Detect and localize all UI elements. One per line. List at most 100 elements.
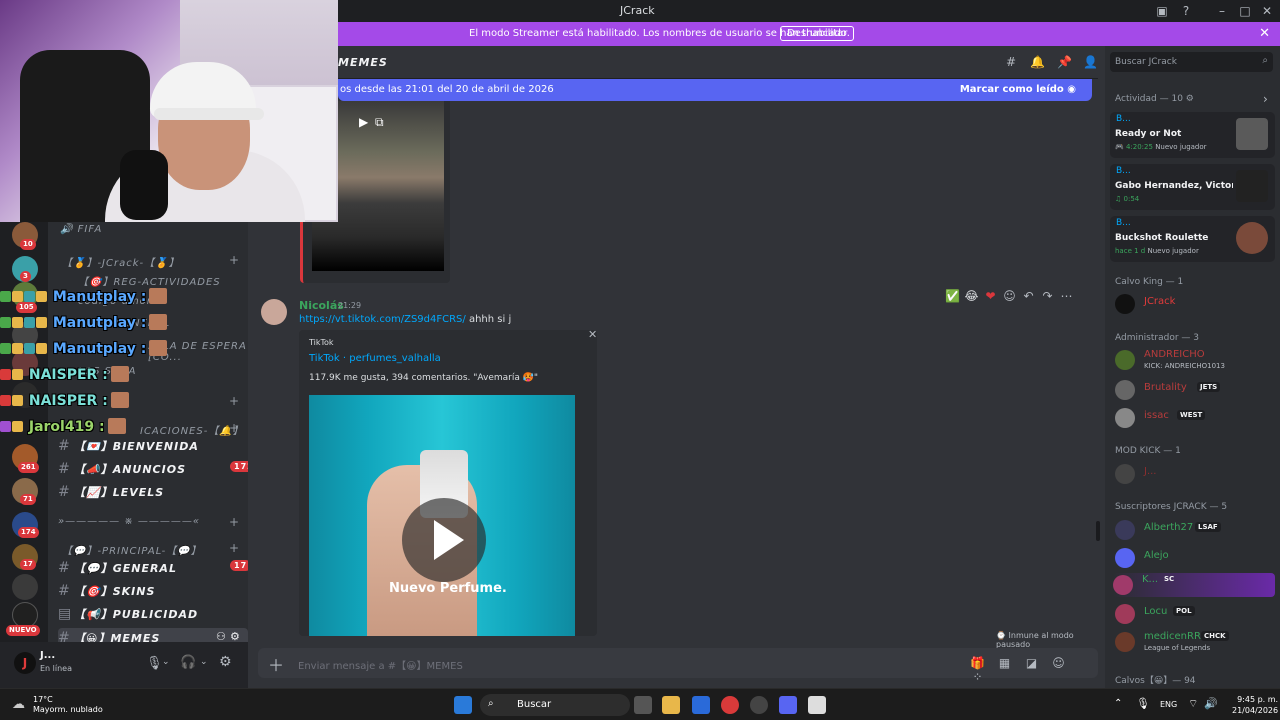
member-list-icon[interactable]: 👤 (1083, 55, 1098, 69)
microphone-icon[interactable]: 🎙 (1136, 697, 1150, 710)
member-item[interactable]: ANDREICHO KICK: ANDREICHO1013 (1115, 348, 1275, 372)
app-icon[interactable] (808, 696, 826, 714)
embed-title[interactable]: TikTok · perfumes_valhalla (309, 353, 441, 364)
wifi-icon[interactable]: ⌔ (1188, 697, 1198, 711)
laugh-reaction-icon[interactable]: 😂 (962, 289, 981, 303)
threads-icon[interactable]: # (1004, 55, 1018, 69)
channel-skins[interactable]: # 【🎯】SKINS (58, 583, 155, 605)
discord-icon[interactable] (779, 696, 797, 714)
mark-as-read-button[interactable]: Marcar como leído ◉ (960, 84, 1076, 95)
mail-icon[interactable] (692, 696, 710, 714)
member-item[interactable]: Alejo (1115, 546, 1275, 570)
activity-user: B... (1116, 218, 1131, 228)
member-item[interactable]: JCrack (1115, 292, 1275, 316)
add-channel-icon[interactable]: + (229, 394, 239, 408)
more-options-icon[interactable]: ⋯ (1057, 289, 1076, 303)
activity-header[interactable]: Actividad — 10 ⚙ (1115, 94, 1194, 104)
headphones-icon[interactable]: 🎧 (180, 655, 196, 670)
emoji-icon[interactable]: ☺ (1045, 656, 1072, 670)
attach-plus-icon[interactable]: ＋ (268, 652, 284, 676)
add-channel-icon[interactable]: + (229, 253, 239, 267)
message-link[interactable]: https://vt.tiktok.com/ZS9d4FCRS/ (299, 314, 466, 325)
pin-icon[interactable]: 📌 (1057, 55, 1072, 69)
app-icon[interactable] (750, 696, 768, 714)
disable-streamer-button[interactable]: Deshabilitar (780, 26, 855, 41)
volume-icon[interactable]: 🔊 (1204, 697, 1218, 710)
member-item[interactable]: issac WEST (1115, 406, 1275, 430)
channel-publicidad[interactable]: ▤ 【📢】PUBLICIDAD (58, 606, 198, 628)
heart-reaction-icon[interactable]: ❤ (981, 289, 1000, 303)
member-item[interactable]: Brutality JETS (1115, 378, 1275, 402)
category-jcrack[interactable]: 【🏅】-JCrack-【🏅】 (62, 254, 180, 269)
language-indicator[interactable]: ENG (1160, 700, 1177, 709)
gift-icon[interactable]: 🎁 (964, 656, 991, 670)
clock[interactable]: 9:45 p. m. 21/04/2026 (1232, 694, 1278, 716)
member-item[interactable]: Alberth27 LSAF (1115, 518, 1275, 542)
message-input[interactable]: Enviar mensaje a #【😀】MEMES (298, 657, 463, 672)
channel-anuncios[interactable]: # 【📣】ANUNCIOS 172 (58, 461, 258, 483)
chrome-icon[interactable] (721, 696, 739, 714)
member-item[interactable]: K... SC (1113, 573, 1275, 597)
inbox-icon[interactable]: ▣ (1155, 4, 1169, 18)
channel-general[interactable]: # 【💬】GENERAL 17 (58, 560, 252, 582)
forward-icon[interactable]: ↷ (1038, 289, 1057, 303)
webcam-overlay (0, 0, 338, 222)
search-input[interactable]: Buscar JCrack ⌕ (1110, 52, 1273, 72)
activity-card[interactable]: B... Gabo Hernandez, Victor C... ♫ 0:54 (1110, 164, 1275, 210)
avatar[interactable] (261, 299, 287, 325)
add-channel-icon[interactable]: + (229, 515, 239, 529)
apps-icon[interactable]: ⁘ (964, 670, 991, 684)
file-explorer-icon[interactable] (662, 696, 680, 714)
add-channel-icon[interactable]: + (229, 421, 239, 435)
play-icon[interactable]: ▶ (359, 115, 368, 129)
embed-video[interactable]: Nuevo Perfume. (309, 395, 575, 636)
member-item[interactable]: Locu POL (1115, 602, 1275, 626)
microphone-icon[interactable]: 🎙 (146, 656, 163, 671)
role-header: Suscriptores JCRACK — 5 (1115, 502, 1228, 512)
scrollbar[interactable] (1096, 521, 1100, 541)
weather-widget[interactable]: 17°C Mayorm. nublado (33, 695, 103, 715)
close-banner-icon[interactable]: ✕ (1259, 26, 1270, 41)
member-item[interactable]: J... (1115, 462, 1275, 486)
activity-card[interactable]: B... Ready or Not 🎮 4:20:25 Nuevo jugado… (1110, 112, 1275, 158)
activity-card[interactable]: B... Buckshot Roulette hace 1 d Nuevo ju… (1110, 216, 1275, 262)
tray-chevron-icon[interactable]: ⌃ (1114, 698, 1122, 709)
chevron-right-icon[interactable]: › (1263, 92, 1268, 106)
help-icon[interactable]: ? (1179, 4, 1193, 18)
sticker-icon[interactable]: ◪ (1018, 656, 1045, 670)
user-status: En línea (40, 664, 73, 673)
channel-bienvenida[interactable]: # 【💌】BIENVENIDA (58, 438, 199, 460)
minimize-icon[interactable]: – (1215, 4, 1229, 18)
member-name: JCrack (1144, 296, 1176, 307)
close-embed-icon[interactable]: ✕ (588, 328, 597, 341)
start-icon[interactable] (454, 696, 472, 714)
chevron-down-icon[interactable]: ⌄ (162, 657, 170, 667)
taskbar-search[interactable]: ⌕ Buscar (480, 694, 630, 716)
category-principal[interactable]: 【💬】-PRINCIPAL-【💬】 (62, 542, 202, 557)
avatar[interactable]: J (14, 652, 36, 674)
stream-chat-user: Manutplay (52, 289, 136, 305)
channel-reg-actividades[interactable]: 【🎯】REG-ACTIVIDADES (78, 273, 221, 288)
channel-fifa[interactable]: 🔊 FIFA (60, 224, 102, 235)
chevron-down-icon[interactable]: ⌄ (200, 657, 208, 667)
message-composer[interactable]: ＋ Enviar mensaje a #【😀】MEMES 🎁 ▦ ◪ ☺ ⁘ (258, 648, 1098, 684)
task-view-icon[interactable] (634, 696, 652, 714)
notification-bell-icon[interactable]: 🔔 (1030, 55, 1045, 69)
reply-icon[interactable]: ↶ (1019, 289, 1038, 303)
add-channel-icon[interactable]: + (229, 541, 239, 555)
weather-icon[interactable]: ☁ (12, 697, 25, 712)
channel-levels[interactable]: # 【📈】LEVELS (58, 484, 164, 506)
maximize-icon[interactable]: □ (1238, 4, 1252, 18)
close-window-icon[interactable]: ✕ (1260, 4, 1274, 18)
member-item[interactable]: medicenRR CHCK League of Legends (1115, 630, 1275, 654)
weather-desc: Mayorm. nublado (33, 705, 103, 714)
check-reaction-icon[interactable]: ✅ (943, 289, 962, 303)
new-messages-bar[interactable]: os desde las 21:01 del 20 de abril de 20… (338, 79, 1092, 101)
play-button-icon[interactable] (402, 498, 486, 582)
user-settings-icon[interactable]: ⚙ (219, 654, 232, 670)
stream-chat-user: Manutplay (52, 341, 136, 357)
server-icon[interactable] (12, 574, 38, 600)
add-reaction-icon[interactable]: ☺ (1000, 289, 1019, 303)
open-external-icon[interactable]: ⧉ (375, 115, 384, 130)
gif-icon[interactable]: ▦ (991, 656, 1018, 670)
